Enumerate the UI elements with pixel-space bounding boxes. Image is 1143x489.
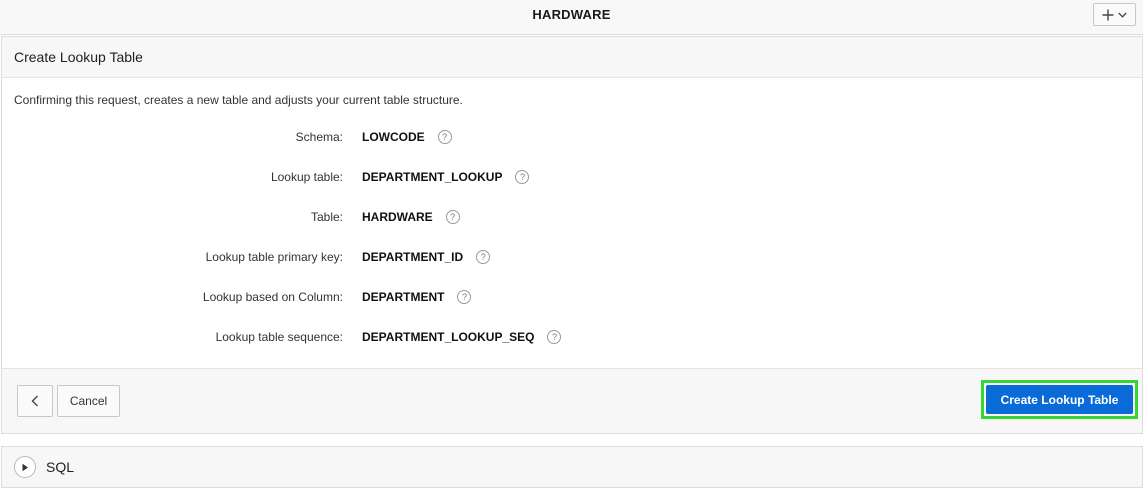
chevron-down-icon [1118,12,1127,18]
panel-description: Confirming this request, creates a new t… [14,93,463,107]
field-label: Lookup based on Column: [202,290,343,304]
field-row-schema: Schema: LOWCODE? [2,127,802,147]
field-label: Schema: [295,130,343,144]
panel-footer: Cancel Create Lookup Table [2,368,1142,433]
field-row-based-on-column: Lookup based on Column: DEPARTMENT? [2,287,802,307]
field-label: Lookup table sequence: [215,330,343,344]
field-value: DEPARTMENT_ID [362,250,464,264]
field-value: DEPARTMENT_LOOKUP_SEQ [362,330,535,344]
panel-title: Create Lookup Table [14,49,143,65]
panel-header: Create Lookup Table [2,37,1142,78]
help-icon[interactable]: ? [457,289,472,304]
plus-icon [1102,9,1114,20]
play-triangle-icon [22,463,28,471]
field-label: Lookup table primary key: [205,250,343,264]
primary-button-highlight: Create Lookup Table [981,380,1138,419]
add-menu-button[interactable] [1093,3,1136,26]
field-label: Table: [310,210,343,224]
help-icon[interactable]: ? [445,209,460,224]
field-row-primary-key: Lookup table primary key: DEPARTMENT_ID? [2,247,802,267]
top-bar: HARDWARE [0,0,1143,35]
help-icon[interactable]: ? [437,129,452,144]
sql-toggle-button[interactable] [14,456,36,478]
field-row-sequence: Lookup table sequence: DEPARTMENT_LOOKUP… [2,327,802,347]
field-label: Lookup table: [270,170,343,184]
field-value: HARDWARE [362,210,433,224]
sql-region: SQL [1,446,1143,488]
page-title: HARDWARE [532,7,611,22]
chevron-left-icon [31,395,38,407]
create-lookup-table-button[interactable]: Create Lookup Table [986,385,1133,414]
create-lookup-panel: Create Lookup Table Confirming this requ… [1,36,1143,434]
sql-region-title[interactable]: SQL [46,457,74,477]
cancel-button[interactable]: Cancel [57,385,120,417]
field-row-table: Table: HARDWARE? [2,207,802,227]
help-icon[interactable]: ? [547,329,562,344]
field-value: DEPARTMENT [362,290,445,304]
back-button[interactable] [17,385,53,417]
field-value: DEPARTMENT_LOOKUP [362,170,503,184]
field-value: LOWCODE [362,130,425,144]
help-icon[interactable]: ? [515,169,530,184]
field-row-lookup-table: Lookup table: DEPARTMENT_LOOKUP? [2,167,802,187]
help-icon[interactable]: ? [476,249,491,264]
